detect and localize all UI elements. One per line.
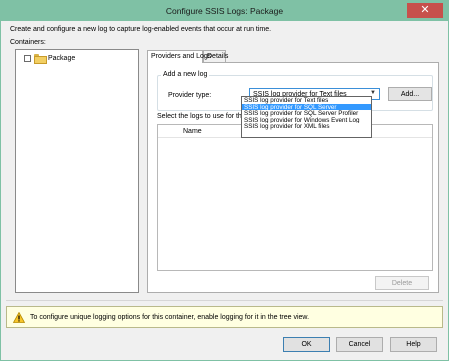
- delete-button[interactable]: Delete: [375, 276, 429, 290]
- help-button[interactable]: Help: [390, 337, 437, 352]
- warning-icon: [13, 311, 25, 323]
- tab-providers-and-logs[interactable]: Providers and Logs: [147, 50, 211, 63]
- add-button[interactable]: Add...: [388, 87, 432, 101]
- cancel-button[interactable]: Cancel: [336, 337, 383, 352]
- ok-button[interactable]: OK: [283, 337, 330, 352]
- provider-type-dropdown[interactable]: SSIS log provider for Text files SSIS lo…: [241, 96, 372, 138]
- dropdown-option[interactable]: SSIS log provider for SQL Server Profile…: [242, 110, 371, 116]
- divider: [6, 300, 443, 301]
- close-button[interactable]: ✕: [407, 3, 443, 18]
- info-bar: To configure unique logging options for …: [6, 306, 443, 328]
- dropdown-option[interactable]: SSIS log provider for XML files: [242, 123, 371, 129]
- intro-text: Create and configure a new log to captur…: [10, 26, 272, 33]
- tree-item-label: Package: [48, 54, 76, 62]
- tree-item-package[interactable]: Package: [24, 54, 76, 64]
- add-log-group-title: Add a new log: [161, 71, 210, 78]
- provider-type-label: Provider type:: [168, 92, 212, 99]
- package-checkbox[interactable]: [24, 54, 31, 62]
- containers-label: Containers:: [10, 39, 46, 46]
- folder-icon: [34, 54, 47, 64]
- column-header-name[interactable]: Name: [183, 128, 202, 135]
- info-message: To configure unique logging options for …: [30, 313, 310, 321]
- dialog-window: Configure SSIS Logs: Package ✕ Create an…: [0, 0, 449, 361]
- containers-tree[interactable]: Package: [15, 49, 139, 293]
- window-title: Configure SSIS Logs: Package: [165, 6, 284, 16]
- title-bar[interactable]: Configure SSIS Logs: Package ✕: [1, 1, 448, 21]
- logs-table[interactable]: Name: [157, 124, 433, 271]
